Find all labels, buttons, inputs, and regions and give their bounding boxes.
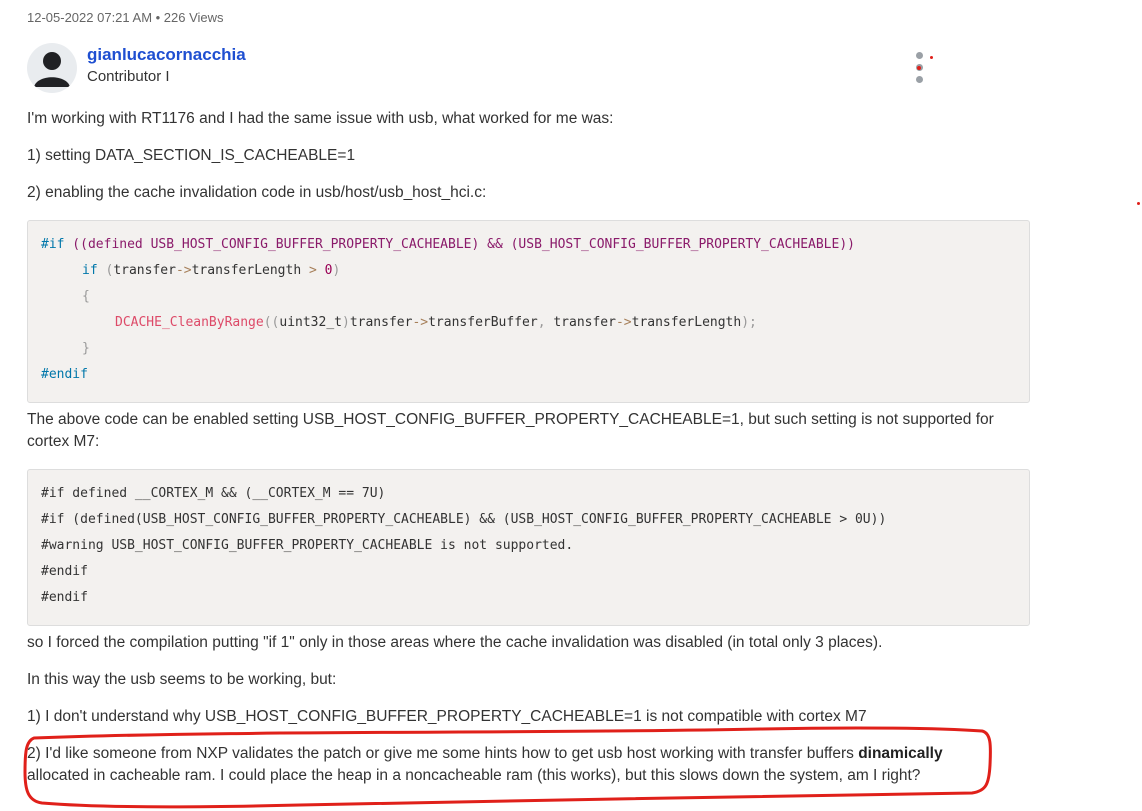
red-annotation-outline [23, 726, 992, 809]
